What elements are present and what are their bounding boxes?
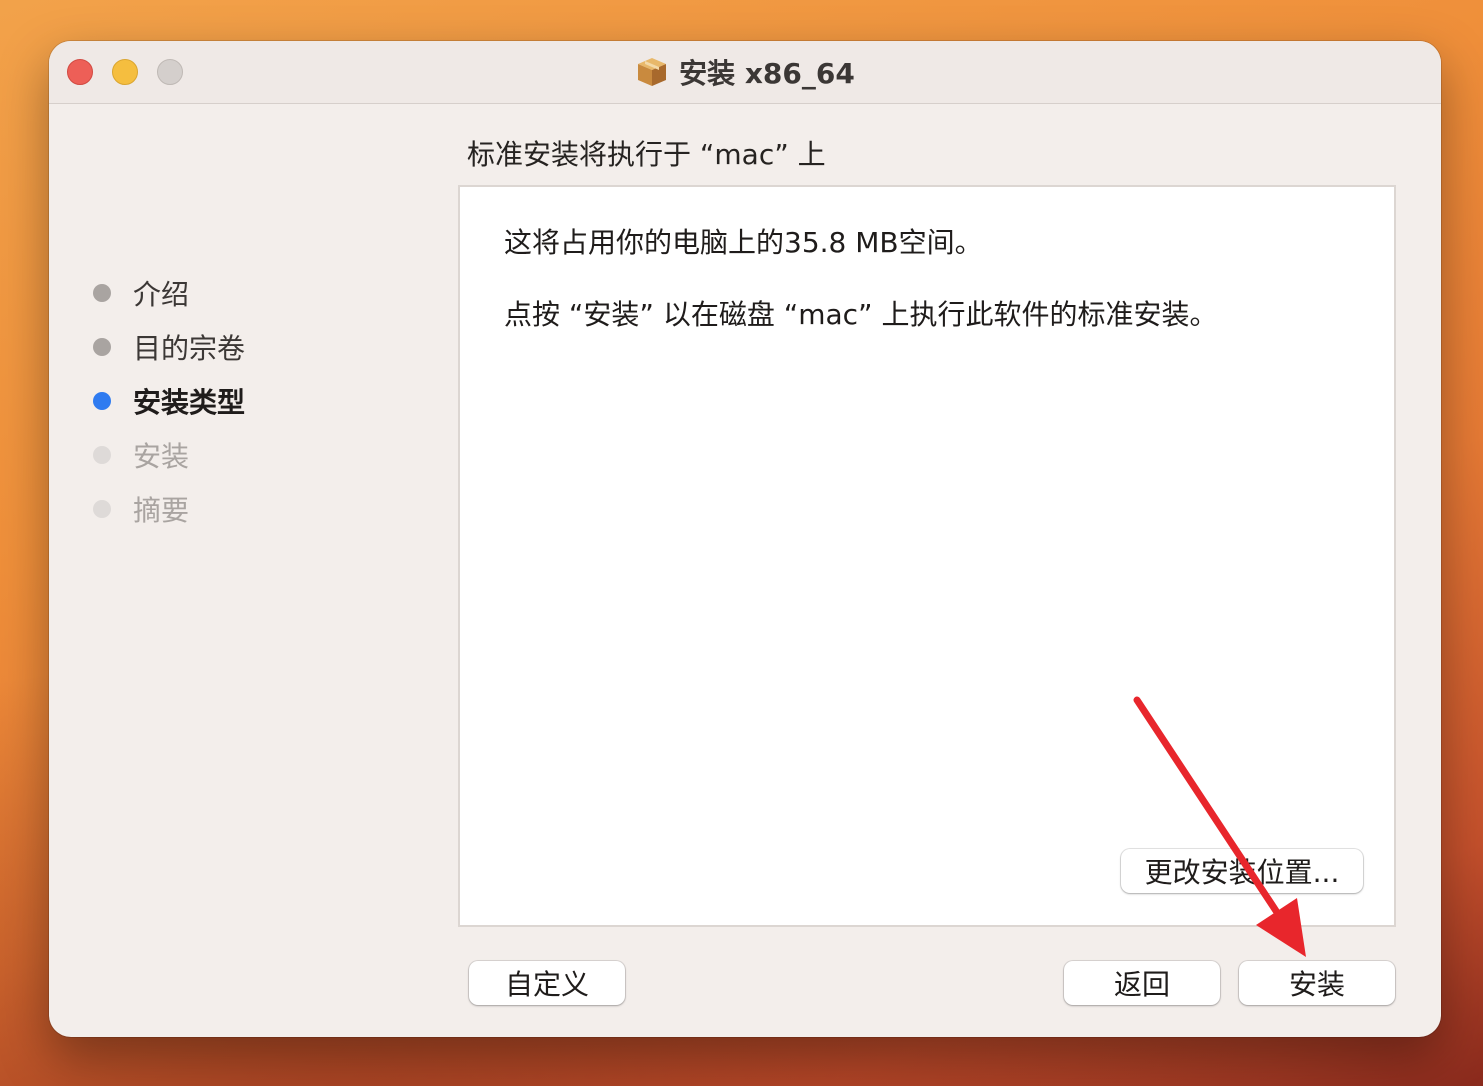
step-label: 目的宗卷 [133, 332, 246, 365]
step-dot-icon [93, 392, 111, 410]
step-destination: 目的宗卷 [93, 327, 245, 367]
step-dot-icon [93, 446, 111, 464]
step-install-type: 安装类型 [93, 381, 245, 421]
install-instruction-text: 点按 “安装” 以在磁盘 “mac” 上执行此软件的标准安装。 [504, 298, 1218, 331]
window-title: 安装 x86_64 [679, 57, 855, 90]
step-dot-icon [93, 284, 111, 302]
change-install-location-button[interactable]: 更改安装位置... [1121, 849, 1363, 893]
install-button[interactable]: 安装 [1239, 961, 1395, 1005]
step-installation: 安装 [93, 435, 189, 475]
back-button[interactable]: 返回 [1064, 961, 1220, 1005]
disk-space-text: 这将占用你的电脑上的35.8 MB空间。 [504, 226, 983, 259]
step-introduction: 介绍 [93, 273, 189, 313]
title-bar: 安装 x86_64 [49, 41, 1441, 104]
installer-window: 安装 x86_64 介绍 目的宗卷 安装类型 安装 摘要 标准安装将执行于 “m… [49, 41, 1441, 1037]
step-label: 摘要 [133, 494, 190, 527]
window-title-group: 安装 x86_64 [49, 41, 1441, 103]
step-dot-icon [93, 338, 111, 356]
page-heading: 标准安装将执行于 “mac” 上 [467, 138, 826, 171]
step-label: 安装 [133, 440, 190, 473]
step-summary: 摘要 [93, 489, 189, 529]
content-panel: 这将占用你的电脑上的35.8 MB空间。 点按 “安装” 以在磁盘 “mac” … [458, 185, 1396, 927]
package-icon [638, 58, 667, 86]
step-label: 介绍 [133, 278, 190, 311]
step-label: 安装类型 [133, 386, 246, 419]
customize-button[interactable]: 自定义 [469, 961, 625, 1005]
steps-sidebar: 介绍 目的宗卷 安装类型 安装 摘要 [49, 103, 449, 1037]
step-dot-icon [93, 500, 111, 518]
